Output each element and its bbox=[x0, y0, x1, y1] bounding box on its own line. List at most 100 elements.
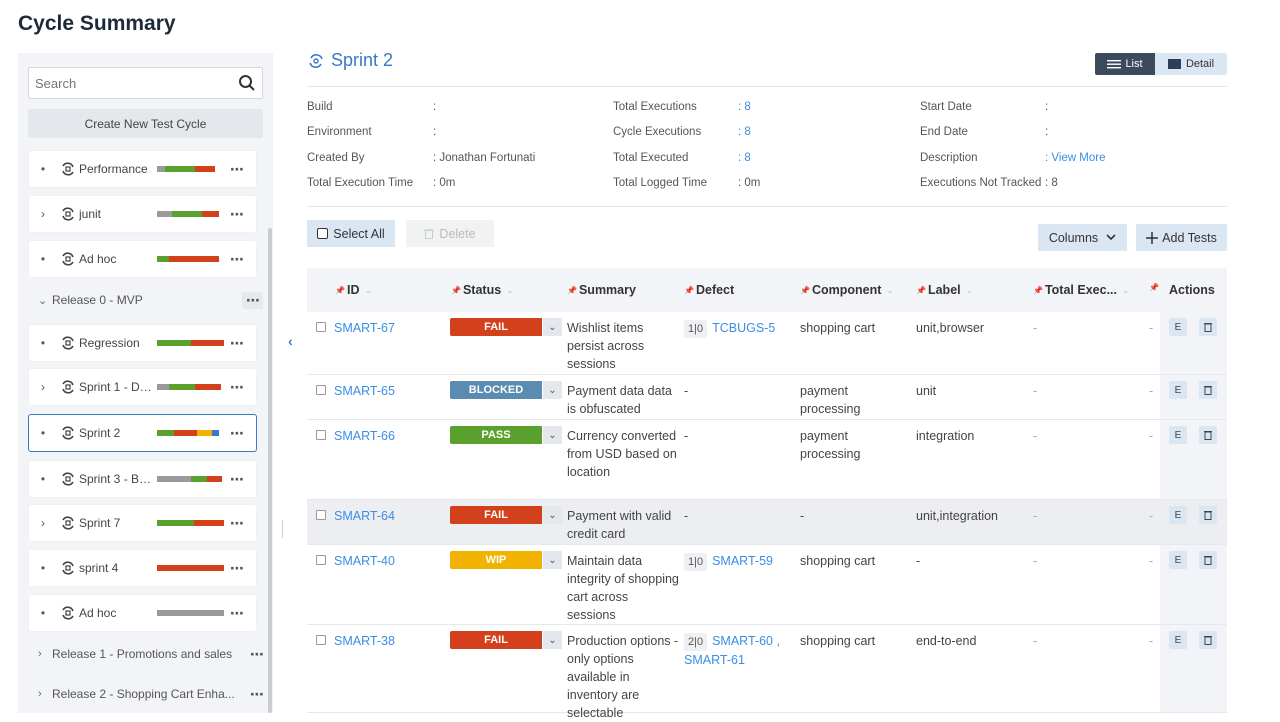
cycle-executions-value[interactable]: : 8 bbox=[738, 126, 751, 138]
trash-icon[interactable] bbox=[1199, 551, 1217, 569]
row-checkbox[interactable] bbox=[316, 510, 326, 520]
sort-icon[interactable]: ⌄ bbox=[364, 285, 372, 296]
chevron-down-icon[interactable]: ⌄ bbox=[543, 426, 562, 444]
pin-icon[interactable]: 📌 bbox=[916, 286, 926, 295]
cycle-item[interactable]: • Regression ⋯ bbox=[28, 324, 257, 362]
cycle-item[interactable]: • Sprint 3 - Bas... ⋯ bbox=[28, 460, 257, 498]
cycle-item[interactable]: › Sprint 7 ⋯ bbox=[28, 504, 257, 542]
more-options-icon[interactable]: ⋯ bbox=[250, 646, 264, 663]
execute-icon[interactable]: E bbox=[1169, 506, 1187, 524]
more-options-icon[interactable]: ⋯ bbox=[242, 291, 263, 309]
column-header-defect[interactable]: 📌 Defect bbox=[684, 283, 734, 297]
release-item[interactable]: › Release 1 - Promotions and sales ⋯ bbox=[38, 643, 264, 665]
chevron-down-icon[interactable]: ⌄ bbox=[38, 294, 52, 307]
total-executed-value[interactable]: : 8 bbox=[738, 152, 751, 164]
search-icon[interactable] bbox=[238, 74, 256, 92]
more-options-icon[interactable]: ⋯ bbox=[230, 471, 244, 488]
cycle-item[interactable]: • Sprint 2 ⋯ bbox=[28, 414, 257, 452]
execute-icon[interactable]: E bbox=[1169, 631, 1187, 649]
row-checkbox[interactable] bbox=[316, 322, 326, 332]
release-item[interactable]: ⌄ Release 0 - MVP ⋯ bbox=[38, 289, 263, 311]
status-dropdown[interactable]: WIP ⌄ bbox=[450, 551, 562, 569]
execution-id-link[interactable]: SMART-38 bbox=[334, 632, 395, 650]
trash-icon[interactable] bbox=[1199, 631, 1217, 649]
cycle-item[interactable]: › Sprint 1 - Dep... ⋯ bbox=[28, 368, 257, 406]
more-options-icon[interactable]: ⋯ bbox=[230, 251, 244, 268]
row-checkbox[interactable] bbox=[316, 430, 326, 440]
column-header-total-exec[interactable]: 📌 Total Exec... ⌄ bbox=[1033, 283, 1130, 297]
expand-icon[interactable]: › bbox=[29, 207, 57, 221]
table-row[interactable]: SMART-65 BLOCKED ⌄ Payment data data is obf… bbox=[307, 375, 1227, 420]
pin-icon[interactable]: 📌 bbox=[800, 286, 810, 295]
status-dropdown[interactable]: FAIL ⌄ bbox=[450, 631, 562, 649]
cycle-item[interactable]: • Ad hoc ⋯ bbox=[28, 240, 257, 278]
column-header-component[interactable]: 📌 Component ⌄ bbox=[800, 283, 894, 297]
execute-icon[interactable]: E bbox=[1169, 318, 1187, 336]
chevron-down-icon[interactable]: ⌄ bbox=[543, 381, 562, 399]
row-checkbox[interactable] bbox=[316, 555, 326, 565]
more-options-icon[interactable]: ⋯ bbox=[230, 515, 244, 532]
defect-link[interactable]: TCBUGS-5 bbox=[712, 321, 775, 335]
column-header-id[interactable]: 📌 ID ⌄ bbox=[335, 283, 372, 297]
sort-icon[interactable]: ⌄ bbox=[506, 285, 514, 296]
search-input[interactable] bbox=[29, 68, 219, 98]
chevron-right-icon[interactable]: › bbox=[38, 688, 52, 700]
more-options-icon[interactable]: ⋯ bbox=[230, 425, 244, 442]
chevron-right-icon[interactable]: › bbox=[38, 648, 52, 660]
more-options-icon[interactable]: ⋯ bbox=[230, 605, 244, 622]
table-row[interactable]: SMART-38 FAIL ⌄ Production options - only o… bbox=[307, 625, 1227, 720]
execution-id-link[interactable]: SMART-64 bbox=[334, 507, 395, 525]
more-options-icon[interactable]: ⋯ bbox=[230, 335, 244, 352]
table-row[interactable]: SMART-64 FAIL ⌄ Payment with valid credit c… bbox=[307, 500, 1227, 545]
collapse-sidebar-icon[interactable]: ‹ bbox=[288, 333, 293, 349]
cycle-item[interactable]: › junit ⋯ bbox=[28, 195, 257, 233]
execute-icon[interactable]: E bbox=[1169, 551, 1187, 569]
more-options-icon[interactable]: ⋯ bbox=[230, 379, 244, 396]
column-header-summary[interactable]: 📌 Summary bbox=[567, 283, 636, 297]
pin-icon[interactable]: 📌 bbox=[567, 286, 577, 295]
status-dropdown[interactable]: PASS ⌄ bbox=[450, 426, 562, 444]
pin-icon[interactable]: 📌 bbox=[684, 286, 694, 295]
more-options-icon[interactable]: ⋯ bbox=[230, 161, 244, 178]
status-dropdown[interactable]: FAIL ⌄ bbox=[450, 318, 562, 336]
resize-handle[interactable] bbox=[282, 520, 283, 538]
row-checkbox[interactable] bbox=[316, 385, 326, 395]
sort-icon[interactable]: ⌄ bbox=[886, 285, 894, 296]
pin-icon[interactable]: 📌 bbox=[1033, 286, 1043, 295]
execute-icon[interactable]: E bbox=[1169, 381, 1187, 399]
status-dropdown[interactable]: FAIL ⌄ bbox=[450, 506, 562, 524]
detail-view-button[interactable]: Detail bbox=[1155, 53, 1227, 75]
expand-icon[interactable]: › bbox=[29, 516, 57, 530]
more-options-icon[interactable]: ⋯ bbox=[250, 686, 264, 703]
trash-icon[interactable] bbox=[1199, 381, 1217, 399]
delete-button[interactable]: Delete bbox=[406, 220, 494, 247]
create-test-cycle-button[interactable]: Create New Test Cycle bbox=[28, 109, 263, 138]
row-checkbox[interactable] bbox=[316, 635, 326, 645]
execution-id-link[interactable]: SMART-40 bbox=[334, 552, 395, 570]
total-executions-value[interactable]: : 8 bbox=[738, 101, 751, 113]
column-header-status[interactable]: 📌 Status ⌄ bbox=[451, 283, 514, 297]
table-row[interactable]: SMART-40 WIP ⌄ Maintain data integrity of s… bbox=[307, 545, 1227, 625]
trash-icon[interactable] bbox=[1199, 318, 1217, 336]
view-more-link[interactable]: : View More bbox=[1045, 152, 1106, 164]
select-all-button[interactable]: Select All bbox=[307, 220, 395, 247]
list-view-button[interactable]: List bbox=[1095, 53, 1155, 75]
chevron-down-icon[interactable]: ⌄ bbox=[543, 631, 562, 649]
defect-link[interactable]: SMART-59 bbox=[712, 554, 773, 568]
cycle-item[interactable]: • Ad hoc ⋯ bbox=[28, 594, 257, 632]
pin-icon[interactable]: 📌 bbox=[335, 286, 345, 295]
pin-icon[interactable]: 📌 bbox=[1149, 283, 1159, 292]
pin-icon[interactable]: 📌 bbox=[451, 286, 461, 295]
status-dropdown[interactable]: BLOCKED ⌄ bbox=[450, 381, 562, 399]
columns-button[interactable]: Columns bbox=[1038, 224, 1127, 251]
trash-icon[interactable] bbox=[1199, 506, 1217, 524]
more-options-icon[interactable]: ⋯ bbox=[230, 560, 244, 577]
execution-id-link[interactable]: SMART-65 bbox=[334, 382, 395, 400]
column-header-hidden[interactable]: 📌 bbox=[1149, 283, 1161, 292]
execution-id-link[interactable]: SMART-66 bbox=[334, 427, 395, 445]
sort-icon[interactable]: ⌄ bbox=[1122, 285, 1130, 296]
execution-id-link[interactable]: SMART-67 bbox=[334, 319, 395, 337]
sort-icon[interactable]: ⌄ bbox=[966, 285, 974, 296]
trash-icon[interactable] bbox=[1199, 426, 1217, 444]
chevron-down-icon[interactable]: ⌄ bbox=[543, 318, 562, 336]
